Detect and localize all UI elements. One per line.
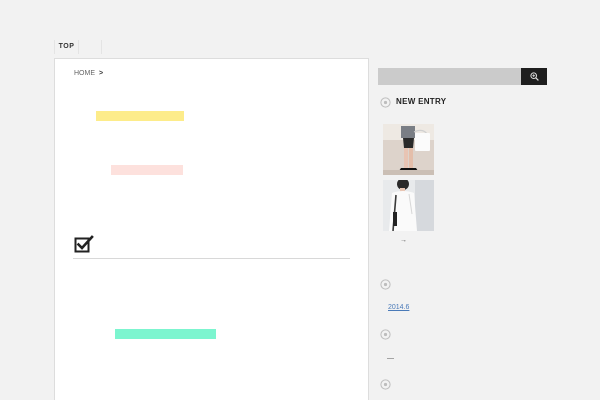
highlight-pink (111, 165, 183, 175)
new-entry-heading: NEW ENTRY (396, 97, 447, 106)
entry-thumbnail-1[interactable] (383, 124, 434, 175)
search-box (378, 68, 547, 85)
nav-top-link[interactable]: TOP (55, 40, 79, 54)
checkbox-checked-icon (74, 235, 94, 253)
more-entries-link[interactable]: → (400, 237, 407, 244)
breadcrumb: HOME > (74, 70, 103, 77)
search-input[interactable] (378, 68, 521, 85)
sidebar-dash-text: — (387, 355, 394, 362)
highlight-yellow (96, 111, 184, 121)
circle-bullet-icon (380, 329, 391, 340)
highlight-mint (115, 329, 216, 339)
archive-link[interactable]: 2014.6 (388, 304, 409, 311)
section-divider (73, 258, 350, 259)
zoom-in-icon (530, 72, 539, 81)
search-button[interactable] (521, 68, 547, 85)
entry-thumbnail-2[interactable] (383, 180, 434, 231)
top-nav: TOP (54, 40, 102, 54)
main-content: HOME > (54, 58, 369, 400)
circle-bullet-icon (380, 379, 391, 390)
breadcrumb-separator: > (98, 70, 104, 77)
breadcrumb-home-link[interactable]: HOME (74, 70, 95, 77)
circle-bullet-icon (380, 279, 391, 290)
circle-bullet-icon (380, 97, 391, 108)
